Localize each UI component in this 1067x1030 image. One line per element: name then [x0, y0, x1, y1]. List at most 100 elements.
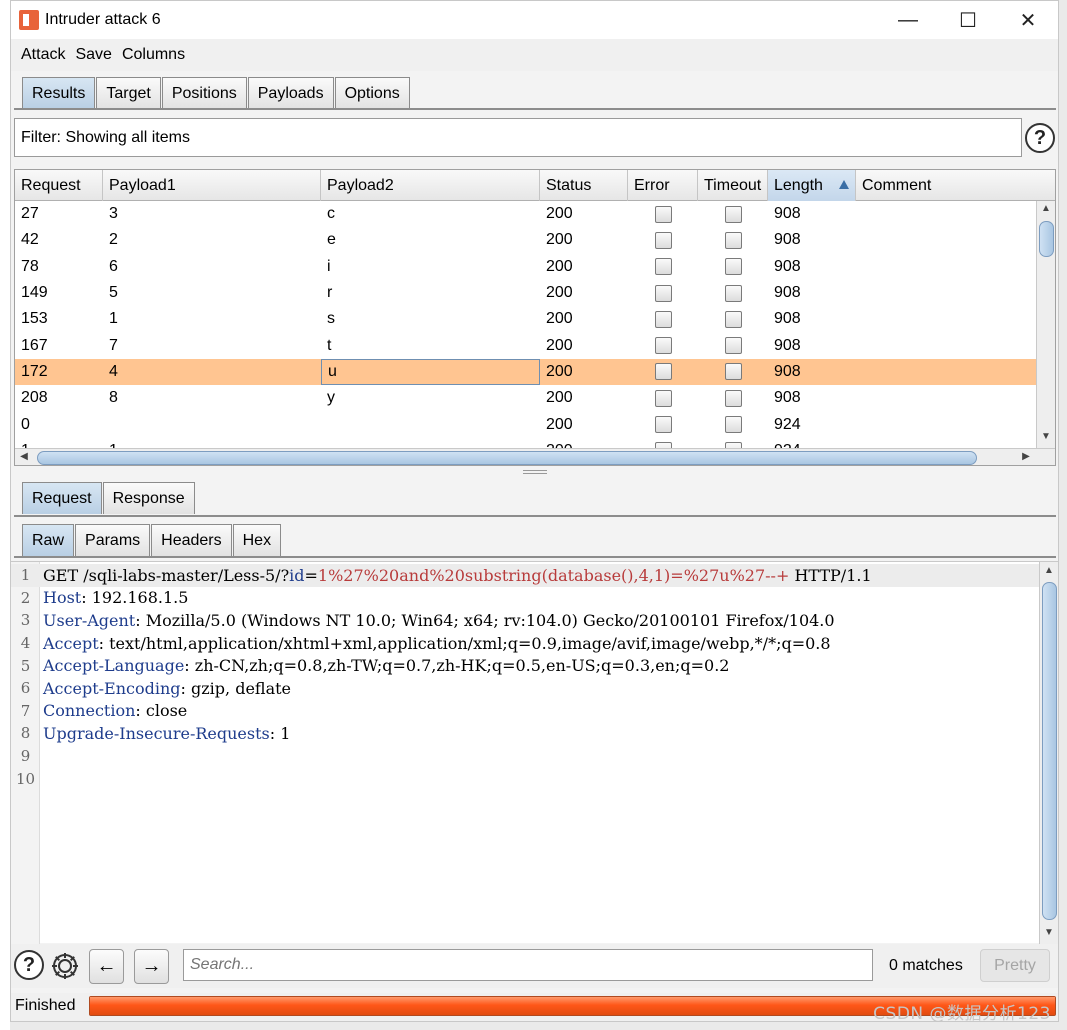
line-content: Accept-Language: zh-CN,zh;q=0.8,zh-TW;q=… — [40, 656, 729, 675]
tab-request[interactable]: Request — [22, 482, 102, 514]
editor-toolbar: ? ← → 0 matches Pretty — [11, 944, 1058, 988]
cell-comment — [856, 254, 1037, 280]
window-title: Intruder attack 6 — [45, 11, 161, 28]
back-button[interactable]: ← — [89, 949, 124, 984]
filter-bar[interactable]: Filter: Showing all items — [14, 118, 1022, 157]
table-vertical-scrollbar[interactable]: ▲ ▼ — [1036, 201, 1055, 448]
raw-request-editor[interactable]: 1 GET /sqli-labs-master/Less-5/?id=1%27%2… — [11, 561, 1058, 944]
code-text: : 1 — [269, 723, 291, 743]
code-text: HTTP/1.1 — [789, 565, 872, 585]
cell-comment — [856, 385, 1037, 411]
window-controls: — ☐ ✕ — [878, 1, 1058, 39]
table-horizontal-scrollbar[interactable]: ◀ ▶ — [15, 448, 1055, 465]
table-row[interactable]: 149 5 r 200 908 — [15, 280, 1037, 306]
col-error[interactable]: Error — [628, 170, 698, 201]
editor-scroll-up-icon[interactable]: ▲ — [1040, 565, 1058, 576]
table-row[interactable]: 208 8 y 200 908 — [15, 385, 1037, 411]
line-number: 1 — [20, 566, 31, 585]
table-body: 27 3 c 200 908 42 2 e 200 908 78 6 i 200 908 149 5 r 200 90… — [15, 201, 1037, 448]
table-row[interactable]: 172 4 u 200 908 — [15, 358, 1037, 386]
cell-payload2: u — [321, 358, 540, 386]
header-name: Connection — [43, 701, 136, 721]
line-number: 8 — [20, 724, 31, 743]
menu-columns[interactable]: Columns — [122, 46, 185, 64]
table-row[interactable]: 27 3 c 200 908 — [15, 201, 1037, 227]
tab-params[interactable]: Params — [75, 524, 151, 556]
table-row[interactable]: 11 200 924 — [15, 438, 1037, 448]
pretty-button[interactable]: Pretty — [980, 949, 1050, 982]
cell-request: 78 — [21, 257, 39, 275]
table-header: Request Payload1 Payload2 Status Error T… — [15, 170, 1055, 201]
table-row[interactable]: 78 6 i 200 908 — [15, 254, 1037, 280]
minimize-button[interactable]: — — [878, 1, 938, 39]
col-payload2[interactable]: Payload2 — [321, 170, 540, 201]
col-request[interactable]: Request — [15, 170, 103, 201]
burp-app-icon — [19, 10, 39, 30]
cell-status: 200 — [546, 415, 573, 433]
table-vscroll-thumb[interactable] — [1039, 221, 1054, 257]
col-timeout[interactable]: Timeout — [698, 170, 768, 201]
reqres-tab-divider — [14, 515, 1056, 517]
table-hscroll-thumb[interactable] — [37, 451, 977, 465]
scroll-left-icon[interactable]: ◀ — [15, 451, 33, 462]
cell-length: 908 — [774, 284, 801, 302]
tab-positions[interactable]: Positions — [161, 77, 247, 109]
menu-attack[interactable]: Attack — [21, 46, 65, 64]
main-tabs: Results Target Positions Payloads Option… — [22, 77, 411, 109]
cell-length: 908 — [774, 389, 801, 407]
tab-options[interactable]: Options — [334, 77, 410, 109]
cell-request: 167 — [21, 336, 48, 354]
col-status[interactable]: Status — [540, 170, 628, 201]
tab-target[interactable]: Target — [96, 77, 161, 109]
gear-icon[interactable] — [49, 950, 81, 982]
tab-payloads[interactable]: Payloads — [247, 77, 334, 109]
code-text: : text/html,application/xhtml+xml,applic… — [98, 633, 831, 653]
arrow-right-icon: → — [141, 955, 162, 977]
table-row[interactable]: 42 2 e 200 908 — [15, 227, 1037, 253]
editor-vertical-scrollbar[interactable]: ▲ ▼ — [1039, 562, 1058, 944]
timeout-checkbox — [724, 231, 742, 249]
maximize-button[interactable]: ☐ — [938, 1, 998, 39]
scroll-right-icon[interactable]: ▶ — [1017, 451, 1035, 462]
line-number: 10 — [15, 769, 36, 788]
forward-button[interactable]: → — [134, 949, 169, 984]
tab-response[interactable]: Response — [102, 482, 195, 514]
tab-headers[interactable]: Headers — [151, 524, 232, 556]
table-row[interactable]: 0 200 924 — [15, 411, 1037, 437]
cell-comment — [856, 438, 1037, 448]
timeout-checkbox — [724, 389, 742, 407]
cell-length: 908 — [774, 362, 801, 380]
col-length[interactable]: Length — [768, 170, 856, 201]
cell-payload2 — [321, 411, 540, 437]
col-comment[interactable]: Comment — [856, 170, 1055, 201]
help-icon[interactable]: ? — [1025, 123, 1055, 153]
timeout-checkbox-cell — [698, 438, 768, 448]
cell-payload1: 2 — [109, 231, 118, 249]
code-line: 3 User-Agent: Mozilla/5.0 (Windows NT 10.… — [11, 609, 1039, 632]
close-button[interactable]: ✕ — [998, 1, 1058, 39]
tab-results[interactable]: Results — [22, 77, 96, 109]
code-text: : zh-CN,zh;q=0.8,zh-TW;q=0.7,zh-HK;q=0.5… — [184, 656, 730, 676]
col-length-label: Length — [774, 176, 823, 194]
table-row[interactable]: 167 7 t 200 908 — [15, 332, 1037, 358]
error-checkbox-cell — [628, 306, 698, 332]
tab-raw[interactable]: Raw — [22, 524, 75, 556]
title-bar[interactable]: Intruder attack 6 — ☐ ✕ — [11, 1, 1058, 39]
scroll-down-icon[interactable]: ▼ — [1037, 431, 1055, 442]
code-line: 6 Accept-Encoding: gzip, deflate — [11, 677, 1039, 700]
editor-vscroll-thumb[interactable] — [1042, 582, 1057, 920]
timeout-checkbox-cell — [698, 385, 768, 411]
menu-save[interactable]: Save — [75, 46, 111, 64]
split-pane-divider[interactable] — [523, 470, 547, 474]
cell-request: 1 — [15, 438, 103, 448]
view-tabs: Raw Params Headers Hex — [22, 524, 282, 556]
editor-help-icon[interactable]: ? — [14, 950, 44, 980]
editor-scroll-down-icon[interactable]: ▼ — [1040, 927, 1058, 938]
col-payload1[interactable]: Payload1 — [103, 170, 321, 201]
tab-hex[interactable]: Hex — [232, 524, 282, 556]
line-content: User-Agent: Mozilla/5.0 (Windows NT 10.0… — [40, 611, 835, 630]
cell-payload1: 8 — [109, 389, 118, 407]
table-row[interactable]: 153 1 s 200 908 — [15, 306, 1037, 332]
search-input[interactable] — [183, 949, 873, 981]
scroll-up-icon[interactable]: ▲ — [1037, 203, 1055, 214]
